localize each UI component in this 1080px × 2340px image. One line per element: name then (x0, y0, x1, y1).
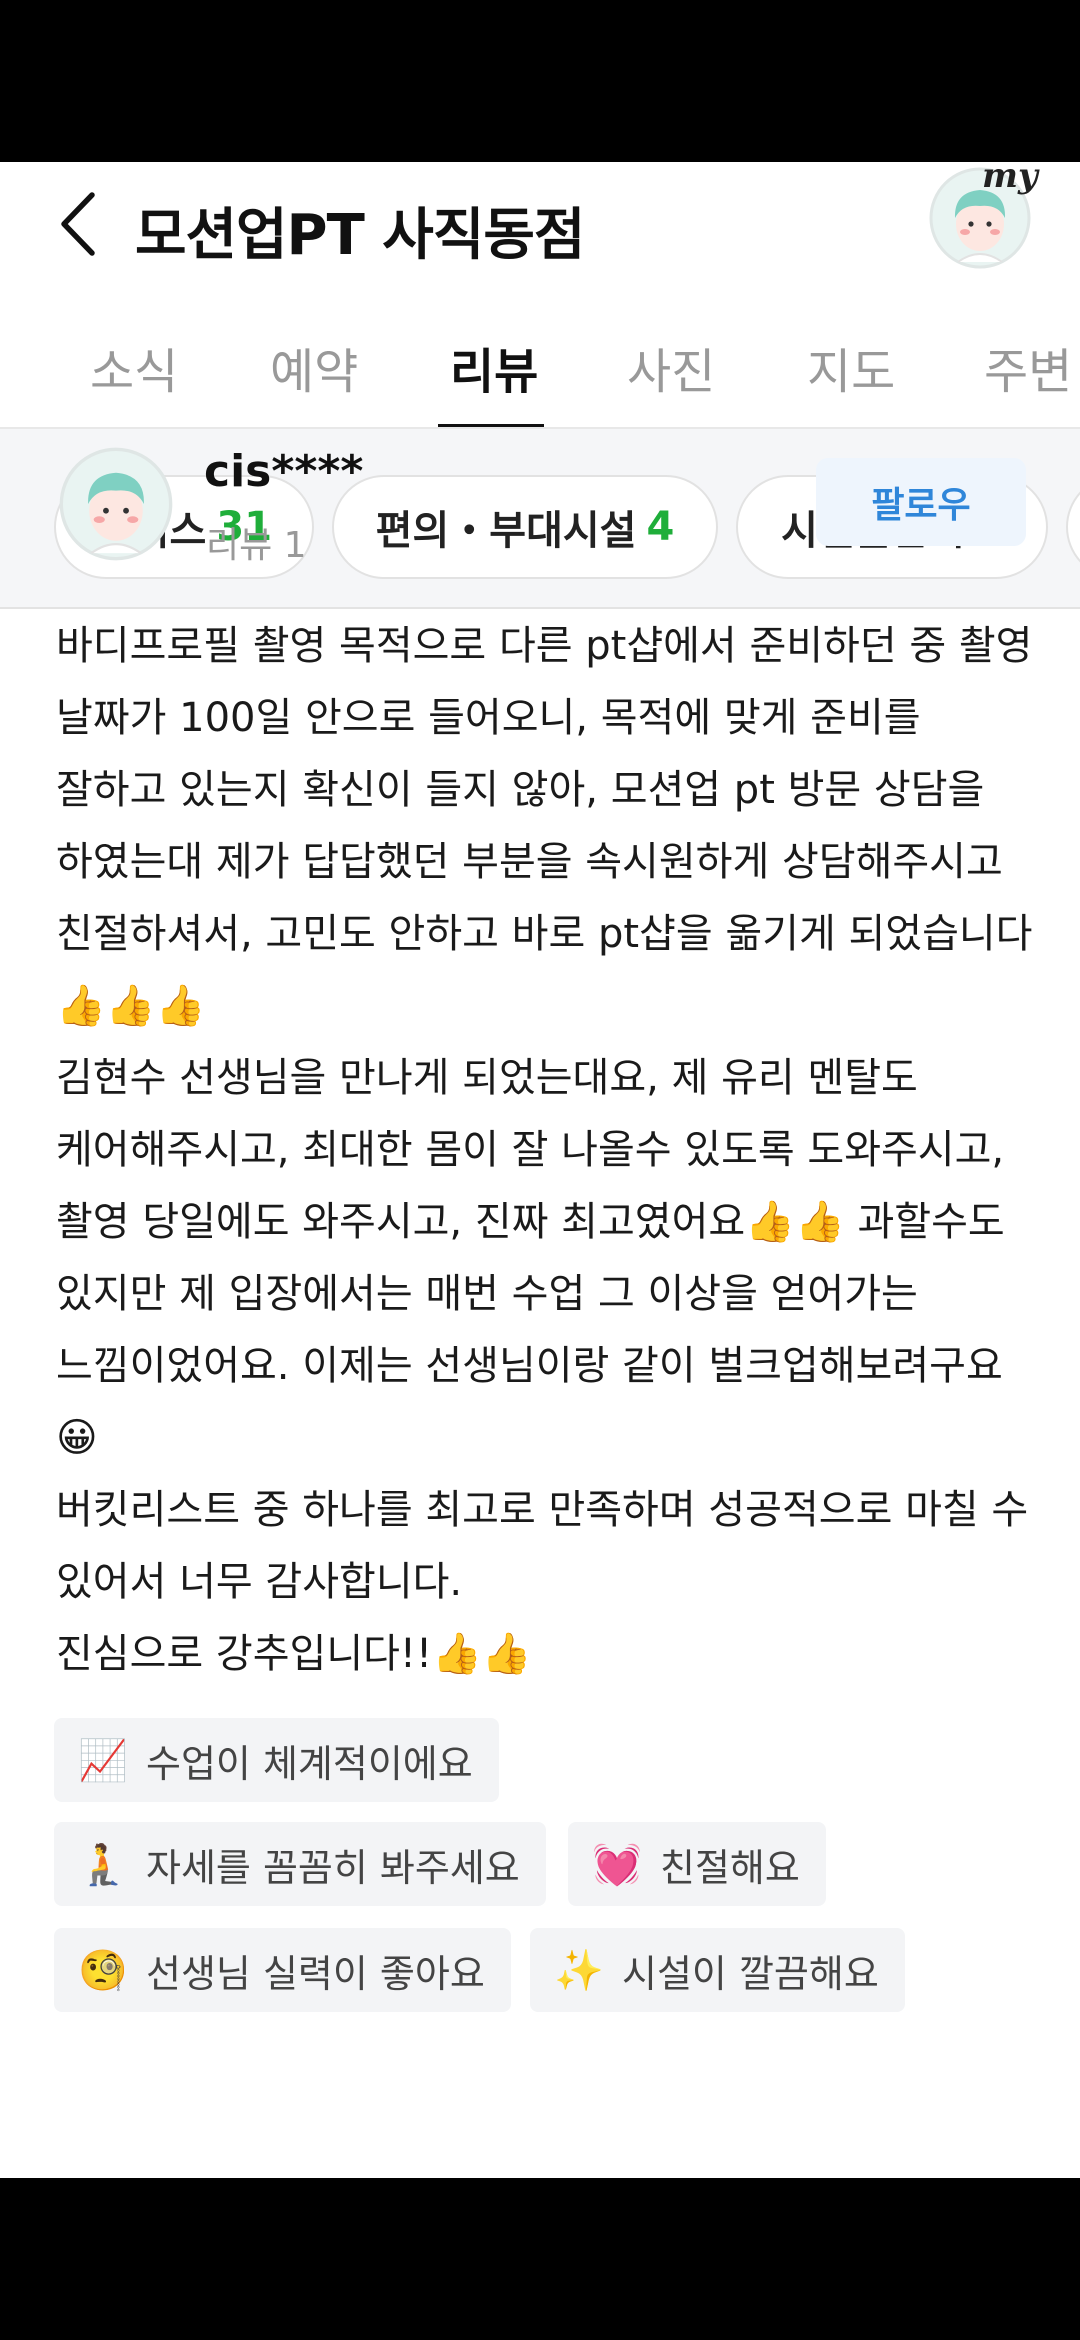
keyword-tag: ✨ 시설이 깔끔해요 (530, 1928, 905, 2012)
tag-label: 선생님 실력이 좋아요 (146, 1951, 485, 1996)
review-screen: 모션업PT 사직동점 my 소식 예약 리뷰 사진 지도 주변 서비스 (0, 162, 1080, 2178)
chip-label: 편의・부대시설 (375, 508, 637, 554)
thumbs-up-icon: 👍👍 (432, 1631, 532, 1677)
review-body: 바디프로필 촬영 목적으로 다른 pt샵에서 준비하던 중 촬영 날짜가 100… (56, 610, 1036, 1690)
tab-photos[interactable]: 사진 (627, 332, 715, 402)
keyword-tag: 📈 수업이 체계적이에요 (54, 1718, 499, 1802)
review-paragraph: 진심으로 강추입니다!! (56, 1631, 432, 1677)
back-button[interactable] (48, 184, 108, 264)
header: 모션업PT 사직동점 my (0, 162, 1080, 292)
my-label: my (982, 162, 1038, 196)
keyword-tag: 🧎 자세를 꼼꼼히 봐주세요 (54, 1822, 546, 1906)
tag-label: 시설이 깔끔해요 (622, 1951, 879, 1996)
sparkles-icon: ✨ (554, 1947, 604, 1994)
chevron-left-icon (61, 192, 95, 256)
tab-bar: 소식 예약 리뷰 사진 지도 주변 (0, 312, 1080, 440)
monocle-face-icon: 🧐 (78, 1947, 128, 1994)
chart-up-icon: 📈 (78, 1737, 128, 1784)
keyword-tag: 💓 친절해요 (568, 1822, 826, 1906)
tab-nearby[interactable]: 주변 (984, 332, 1072, 402)
kneeling-person-icon: 🧎 (78, 1841, 128, 1888)
chip-count: 4 (646, 504, 675, 550)
tag-label: 자세를 꼼꼼히 봐주세요 (146, 1845, 520, 1890)
review-paragraph: 버킷리스트 중 하나를 최고로 만족하며 성공적으로 마칠 수 있어서 너무 감… (56, 1487, 1041, 1605)
heart-icon: 💓 (592, 1841, 642, 1888)
keyword-tag: 🧐 선생님 실력이 좋아요 (54, 1928, 511, 2012)
tag-label: 친절해요 (660, 1845, 800, 1890)
avatar-icon (59, 447, 173, 561)
thumbs-up-icon: 👍👍👍 (56, 983, 206, 1029)
thumbs-up-icon: 👍👍 (745, 1199, 845, 1245)
filter-chip-amenities[interactable]: 편의・부대시설 4 (332, 475, 718, 579)
reviewer-name[interactable]: cis**** (204, 446, 363, 497)
reviewer-avatar[interactable] (58, 446, 174, 562)
tab-map[interactable]: 지도 (807, 332, 895, 402)
tag-label: 수업이 체계적이에요 (146, 1741, 473, 1786)
reviewer-review-count: 리뷰 1 (206, 525, 307, 566)
tab-reviews[interactable]: 리뷰 (450, 332, 538, 402)
page-title: 모션업PT 사직동점 (135, 203, 585, 268)
filter-chip-more[interactable] (1066, 475, 1080, 579)
tab-reservation[interactable]: 예약 (270, 332, 358, 402)
grinning-face-icon: 😀 (56, 1415, 98, 1461)
tab-news[interactable]: 소식 (90, 332, 178, 402)
review-paragraph: 바디프로필 촬영 목적으로 다른 pt샵에서 준비하던 중 촬영 날짜가 100… (56, 623, 1046, 957)
follow-button[interactable]: 팔로우 (816, 458, 1026, 546)
